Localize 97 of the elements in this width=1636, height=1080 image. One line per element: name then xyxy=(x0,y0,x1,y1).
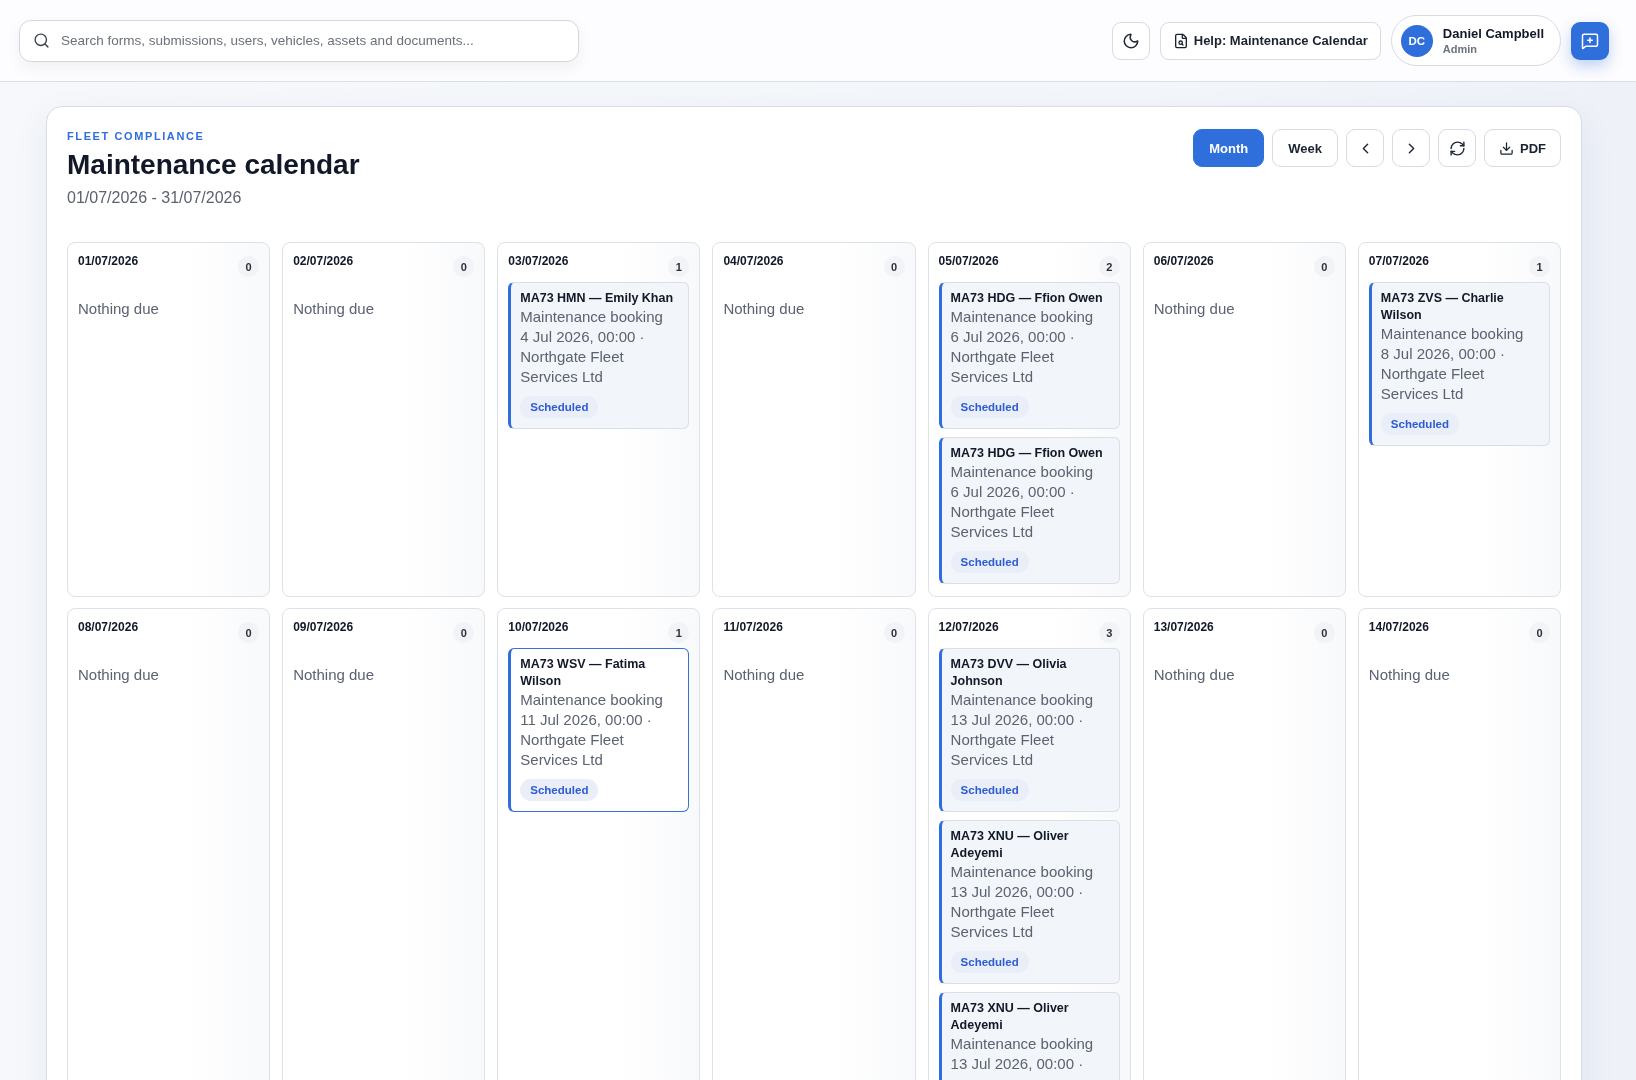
event-card[interactable]: MA73 HDG — Ffion Owen Maintenance booking 6 Jul 2026, 00:00 · Northgate Fleet Services Ltd Scheduled xyxy=(938,282,1120,429)
day-date: 14/07/2026 xyxy=(1368,619,1429,635)
event-details: 6 Jul 2026, 00:00 · Northgate Fleet Services Ltd xyxy=(950,327,1076,387)
avatar: DC xyxy=(1400,24,1433,57)
event-count: 0 xyxy=(453,622,475,643)
new-message-button[interactable] xyxy=(1571,21,1609,60)
user-menu-button[interactable]: DC Daniel Campbell Admin xyxy=(1390,15,1561,66)
event-card[interactable]: MA73 DVV — Olivia Johnson Maintenance booking 13 Jul 2026, 00:00 · Northgate Fleet Services Ltd Scheduled xyxy=(938,648,1120,812)
event-count: 1 xyxy=(668,256,690,277)
help-button[interactable]: Help: Maintenance Calendar xyxy=(1159,21,1381,60)
day-date: 01/07/2026 xyxy=(78,253,139,269)
search-icon xyxy=(33,31,50,49)
event-count: 0 xyxy=(1313,622,1335,643)
event-card[interactable]: MA73 HDG — Ffion Owen Maintenance booking 6 Jul 2026, 00:00 · Northgate Fleet Services Ltd Scheduled xyxy=(938,437,1120,584)
event-title: MA73 HMN — Emily Khan xyxy=(520,290,674,307)
event-details: 13 Jul 2026, 00:00 · Northgate Fleet Services Ltd xyxy=(950,710,1085,770)
event-card[interactable]: MA73 ZVS — Charlie Wilson Maintenance booking 8 Jul 2026, 00:00 · Northgate Fleet Services Ltd Scheduled xyxy=(1368,282,1550,446)
empty-message: Nothing due xyxy=(78,299,160,319)
search-field[interactable]: Search forms, submissions, users, vehicles, assets and documents... xyxy=(19,19,579,62)
empty-message: Nothing due xyxy=(1153,665,1236,685)
event-card[interactable]: MA73 WSV — Fatima Wilson Maintenance booking 11 Jul 2026, 00:00 · Northgate Fleet Services Ltd Scheduled xyxy=(508,648,690,812)
empty-message: Nothing due xyxy=(1153,299,1236,319)
event-count: 0 xyxy=(883,256,905,277)
download-icon xyxy=(1499,140,1514,156)
empty-message: Nothing due xyxy=(1368,665,1451,685)
event-title: MA73 HDG — Ffion Owen xyxy=(950,445,1103,462)
event-count: 0 xyxy=(238,256,260,277)
empty-message: Nothing due xyxy=(723,665,806,685)
day-date: 13/07/2026 xyxy=(1153,619,1214,635)
event-details: 11 Jul 2026, 00:00 · Northgate Fleet Services Ltd xyxy=(520,710,653,770)
event-count: 0 xyxy=(1529,622,1550,643)
day-date: 08/07/2026 xyxy=(78,619,139,635)
message-plus-icon xyxy=(1581,31,1599,50)
date-range: 01/07/2026 - 31/07/2026 xyxy=(67,188,242,208)
day-date: 02/07/2026 xyxy=(293,253,354,269)
moon-icon xyxy=(1121,31,1140,50)
event-type: Maintenance booking xyxy=(950,1034,1094,1054)
status-badge: Scheduled xyxy=(950,551,1029,573)
event-details: 13 Jul 2026, 00:00 · xyxy=(950,1054,1084,1074)
status-badge: Scheduled xyxy=(950,779,1029,801)
status-badge: Scheduled xyxy=(520,396,599,418)
event-details: 4 Jul 2026, 00:00 · Northgate Fleet Services Ltd xyxy=(520,327,646,387)
day-date: 12/07/2026 xyxy=(938,619,999,635)
event-card[interactable]: MA73 XNU — Oliver Adeyemi Maintenance booking 13 Jul 2026, 00:00 · xyxy=(938,992,1120,1080)
event-count: 1 xyxy=(1529,256,1550,277)
section-label: FLEET COMPLIANCE xyxy=(67,129,205,143)
event-card[interactable]: MA73 XNU — Oliver Adeyemi Maintenance booking 13 Jul 2026, 00:00 · Northgate Fleet Services Ltd Scheduled xyxy=(938,820,1120,984)
event-details: 6 Jul 2026, 00:00 · Northgate Fleet Services Ltd xyxy=(950,482,1076,542)
empty-message: Nothing due xyxy=(293,299,376,319)
user-role: Admin xyxy=(1442,41,1478,56)
event-count: 2 xyxy=(1098,256,1120,277)
status-badge: Scheduled xyxy=(520,779,599,801)
day-date: 06/07/2026 xyxy=(1153,253,1214,269)
event-count: 0 xyxy=(453,256,475,277)
refresh-button[interactable] xyxy=(1438,129,1476,167)
refresh-icon xyxy=(1448,139,1466,157)
day-date: 09/07/2026 xyxy=(293,619,354,635)
status-badge: Scheduled xyxy=(950,951,1029,973)
event-count: 1 xyxy=(668,622,690,643)
day-date: 04/07/2026 xyxy=(723,253,784,269)
event-type: Maintenance booking xyxy=(950,690,1094,710)
empty-message: Nothing due xyxy=(723,299,806,319)
event-title: MA73 DVV — Olivia Johnson xyxy=(950,656,1068,690)
page-title: Maintenance calendar xyxy=(67,149,360,181)
event-title: MA73 XNU — Oliver Adeyemi xyxy=(950,1000,1070,1034)
status-badge: Scheduled xyxy=(950,396,1029,418)
view-tab[interactable]: Month xyxy=(1193,129,1265,167)
user-name: Daniel Campbell xyxy=(1442,25,1544,42)
event-title: MA73 ZVS — Charlie Wilson xyxy=(1380,290,1505,324)
empty-message: Nothing due xyxy=(293,665,376,685)
empty-message: Nothing due xyxy=(78,665,160,685)
event-type: Maintenance booking xyxy=(520,690,663,710)
event-type: Maintenance booking xyxy=(950,862,1094,882)
status-badge: Scheduled xyxy=(1380,413,1459,435)
event-type: Maintenance booking xyxy=(1380,324,1524,344)
event-card[interactable]: MA73 HMN — Emily Khan Maintenance booking 4 Jul 2026, 00:00 · Northgate Fleet Services Ltd Scheduled xyxy=(508,282,690,429)
event-count: 0 xyxy=(238,622,260,643)
view-tab[interactable]: Week xyxy=(1272,129,1338,167)
day-date: 11/07/2026 xyxy=(723,619,783,635)
event-count: 0 xyxy=(883,622,905,643)
day-date: 05/07/2026 xyxy=(938,253,999,269)
day-date: 07/07/2026 xyxy=(1368,253,1429,269)
event-title: MA73 XNU — Oliver Adeyemi xyxy=(950,828,1070,862)
file-search-icon xyxy=(1172,32,1189,49)
event-type: Maintenance booking xyxy=(950,307,1094,327)
pdf-button[interactable]: PDF xyxy=(1484,129,1561,167)
event-count: 3 xyxy=(1098,622,1120,643)
event-type: Maintenance booking xyxy=(950,462,1094,482)
event-title: MA73 WSV — Fatima Wilson xyxy=(520,656,647,690)
event-type: Maintenance booking xyxy=(520,307,663,327)
day-date: 10/07/2026 xyxy=(508,619,569,635)
event-details: 8 Jul 2026, 00:00 · Northgate Fleet Services Ltd xyxy=(1380,344,1507,404)
day-date: 03/07/2026 xyxy=(508,253,569,269)
event-details: 13 Jul 2026, 00:00 · Northgate Fleet Services Ltd xyxy=(950,882,1085,942)
theme-toggle-button[interactable] xyxy=(1111,21,1150,60)
event-title: MA73 HDG — Ffion Owen xyxy=(950,290,1103,307)
event-count: 0 xyxy=(1313,256,1335,277)
